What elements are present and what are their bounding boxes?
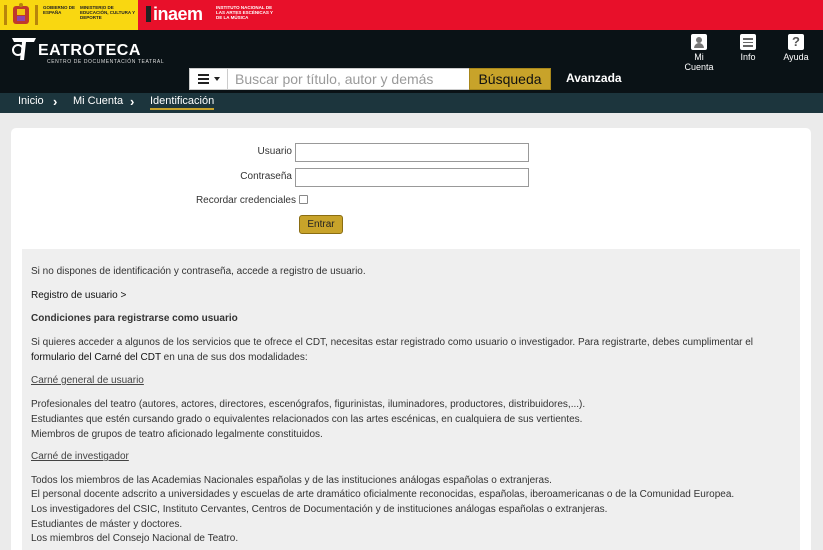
list-icon: [740, 34, 756, 50]
chevron-right-icon: ›: [130, 94, 135, 109]
government-logo-block[interactable]: GOBIERNO DE ESPAÑA MINISTERIO DE EDUCACI…: [0, 0, 138, 30]
search-type-menu[interactable]: [190, 69, 228, 89]
help-button[interactable]: ? Ayuda: [776, 34, 816, 62]
login-button[interactable]: Entrar: [299, 215, 343, 234]
inaem-logo[interactable]: inaem: [146, 4, 203, 25]
conditions-paragraph: Si quieres acceder a algunos de los serv…: [31, 337, 754, 348]
ministerio-text: MINISTERIO DE EDUCACIÓN, CULTURA Y DEPOR…: [80, 5, 136, 20]
coat-of-arms-icon: [4, 3, 38, 25]
list-item: Los investigadores del CSIC, Instituto C…: [31, 504, 608, 515]
register-link[interactable]: Registro de usuario >: [31, 290, 126, 301]
list-item: El personal docente adscrito a universid…: [31, 489, 735, 500]
list-item: Estudiantes de máster y doctores.: [31, 519, 183, 530]
my-account-button[interactable]: Mi Cuenta: [679, 34, 719, 72]
carne-form-link[interactable]: formulario del Carné del CDT: [31, 352, 161, 363]
chevron-right-icon: ›: [53, 94, 58, 109]
search-input[interactable]: [229, 69, 468, 89]
user-icon: [691, 34, 707, 50]
list-item: Los miembros del Consejo Nacional de Tea…: [31, 533, 239, 544]
list-item: Todos los miembros de las Academias Naci…: [31, 475, 552, 486]
my-account-label: Mi Cuenta: [684, 52, 714, 72]
advanced-search-link[interactable]: Avanzada: [566, 71, 622, 85]
site-logo-subtitle: CENTRO DE DOCUMENTACIÓN TEATRAL: [47, 59, 165, 65]
list-item: Profesionales del teatro (autores, actor…: [31, 399, 586, 410]
info-button[interactable]: Info: [728, 34, 768, 62]
list-item: Estudiantes que estén cursando grado o e…: [31, 414, 583, 425]
remember-checkbox[interactable]: [299, 195, 308, 204]
password-field[interactable]: [295, 168, 529, 187]
question-icon: ?: [788, 34, 804, 50]
remember-label: Recordar credenciales: [195, 195, 296, 206]
help-label: Ayuda: [783, 52, 809, 62]
list-item: Miembros de grupos de teatro aficionado …: [31, 429, 323, 440]
inaem-subtitle: INSTITUTO NACIONAL DE LAS ARTES ESCÉNICA…: [216, 5, 273, 20]
intro-text: Si no dispones de identificación y contr…: [31, 266, 366, 277]
breadcrumb: Inicio › Mi Cuenta › Identificación: [0, 93, 823, 113]
teatroteca-logo-icon[interactable]: [10, 34, 38, 62]
breadcrumb-my-account[interactable]: Mi Cuenta: [73, 95, 123, 107]
info-label: Info: [740, 52, 756, 62]
search-button[interactable]: Búsqueda: [469, 68, 551, 90]
breadcrumb-identification: Identificación: [150, 95, 215, 110]
user-label: Usuario: [257, 146, 292, 157]
breadcrumb-home[interactable]: Inicio: [18, 95, 44, 107]
gobierno-text: GOBIERNO DE ESPAÑA: [43, 5, 76, 15]
username-field[interactable]: [295, 143, 529, 162]
site-logo-text[interactable]: EATROTECA: [38, 42, 141, 60]
investigator-card-title: Carné de investigador: [31, 451, 129, 462]
password-label: Contraseña: [240, 171, 292, 182]
chevron-down-icon: [214, 77, 220, 81]
conditions-paragraph-2: formulario del Carné del CDT en una de s…: [31, 352, 308, 363]
general-card-title: Carné general de usuario: [31, 375, 144, 386]
search-bar: Búsqueda: [189, 68, 551, 90]
conditions-title: Condiciones para registrarse como usuari…: [31, 313, 238, 324]
